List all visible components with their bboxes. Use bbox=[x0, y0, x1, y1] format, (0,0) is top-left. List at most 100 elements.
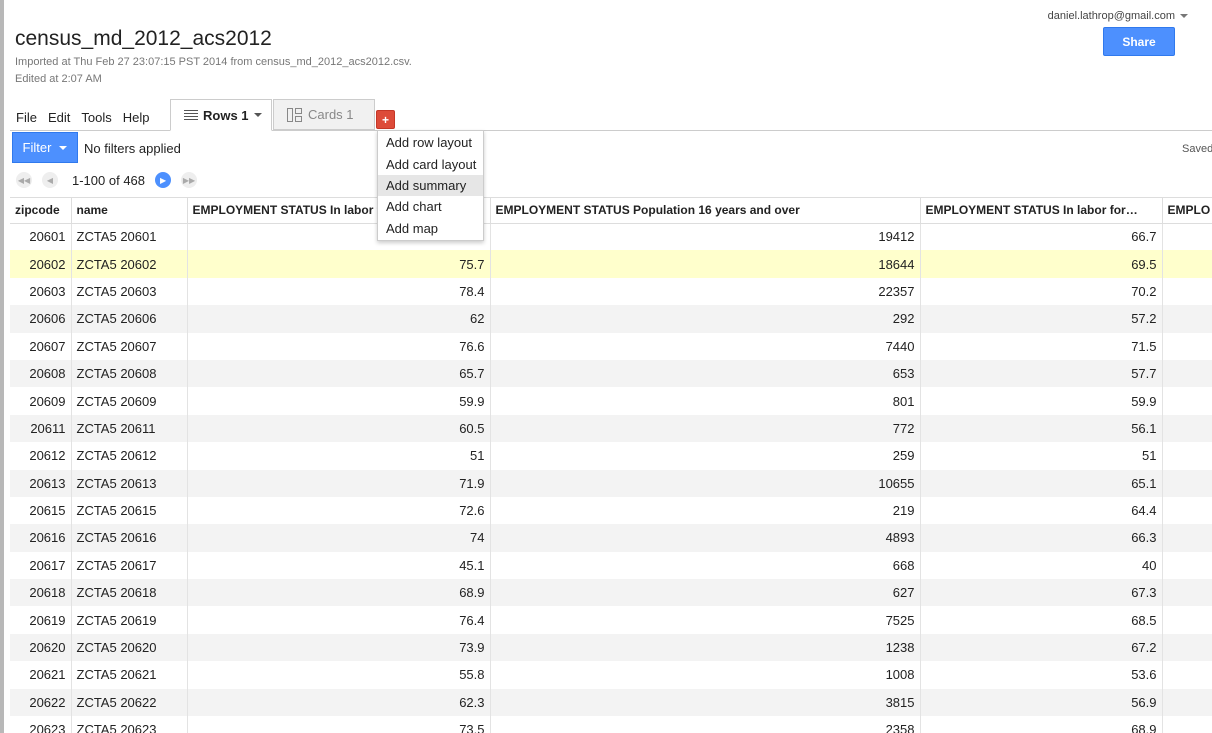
cell-name[interactable]: ZCTA5 20623 bbox=[71, 716, 188, 733]
cell-population[interactable]: 2358 bbox=[490, 716, 921, 733]
col-header-zipcode[interactable]: zipcode bbox=[10, 198, 72, 224]
table-row[interactable]: 20619 ZCTA5 20619 76.4 7525 68.5 bbox=[10, 606, 1212, 634]
table-row[interactable]: 20606 ZCTA5 20606 62 292 57.2 bbox=[10, 305, 1212, 333]
cell-in-labor-force[interactable]: 71.9 bbox=[187, 469, 491, 497]
cell-employment[interactable] bbox=[1162, 716, 1212, 733]
cell-in-labor-force[interactable]: 75.7 bbox=[187, 250, 491, 278]
col-header-in-labor-force-2[interactable]: EMPLOYMENT STATUS In labor for… bbox=[920, 198, 1163, 224]
cell-zipcode[interactable]: 20613 bbox=[10, 469, 72, 497]
cell-in-labor-force-2[interactable]: 67.2 bbox=[920, 633, 1163, 662]
cell-zipcode[interactable]: 20608 bbox=[10, 359, 72, 388]
cell-in-labor-force[interactable]: 73.5 bbox=[187, 716, 491, 733]
cell-population[interactable]: 19412 bbox=[490, 223, 921, 251]
cell-in-labor-force-2[interactable]: 70.2 bbox=[920, 277, 1163, 306]
cell-population[interactable]: 653 bbox=[490, 359, 921, 388]
cell-name[interactable]: ZCTA5 20617 bbox=[71, 551, 188, 580]
cell-in-labor-force-2[interactable]: 57.2 bbox=[920, 305, 1163, 333]
cell-name[interactable]: ZCTA5 20622 bbox=[71, 688, 188, 717]
cell-employment[interactable] bbox=[1162, 442, 1212, 470]
cell-in-labor-force[interactable]: 76.6 bbox=[187, 332, 491, 360]
table-row[interactable]: 20617 ZCTA5 20617 45.1 668 40 bbox=[10, 551, 1212, 580]
cell-population[interactable]: 1008 bbox=[490, 661, 921, 689]
cell-in-labor-force[interactable]: 62.3 bbox=[187, 688, 491, 717]
cell-name[interactable]: ZCTA5 20607 bbox=[71, 332, 188, 360]
cell-name[interactable]: ZCTA5 20615 bbox=[71, 496, 188, 525]
cell-population[interactable]: 1238 bbox=[490, 633, 921, 662]
cell-employment[interactable] bbox=[1162, 250, 1212, 278]
cell-in-labor-force[interactable]: 62 bbox=[187, 305, 491, 333]
cell-population[interactable]: 801 bbox=[490, 387, 921, 415]
cell-population[interactable]: 7440 bbox=[490, 332, 921, 360]
tab-cards[interactable]: Cards 1 bbox=[273, 99, 375, 130]
cell-employment[interactable] bbox=[1162, 633, 1212, 662]
cell-employment[interactable] bbox=[1162, 661, 1212, 689]
cell-zipcode[interactable]: 20602 bbox=[10, 250, 72, 278]
cell-employment[interactable] bbox=[1162, 551, 1212, 580]
menu-item-add-map[interactable]: Add map bbox=[378, 218, 483, 239]
cell-employment[interactable] bbox=[1162, 305, 1212, 333]
cell-zipcode[interactable]: 20611 bbox=[10, 414, 72, 443]
cell-employment[interactable] bbox=[1162, 606, 1212, 634]
col-header-employment[interactable]: EMPLO bbox=[1162, 198, 1212, 224]
cell-in-labor-force-2[interactable]: 56.9 bbox=[920, 688, 1163, 717]
cell-name[interactable]: ZCTA5 20603 bbox=[71, 277, 188, 306]
table-row[interactable]: 20618 ZCTA5 20618 68.9 627 67.3 bbox=[10, 579, 1212, 607]
col-header-name[interactable]: name bbox=[71, 198, 188, 224]
cell-employment[interactable] bbox=[1162, 223, 1212, 251]
table-row[interactable]: 20612 ZCTA5 20612 51 259 51 bbox=[10, 442, 1212, 470]
cell-in-labor-force-2[interactable]: 53.6 bbox=[920, 661, 1163, 689]
cell-in-labor-force-2[interactable]: 68.5 bbox=[920, 606, 1163, 634]
cell-employment[interactable] bbox=[1162, 332, 1212, 360]
cell-name[interactable]: ZCTA5 20609 bbox=[71, 387, 188, 415]
menu-item-add-chart[interactable]: Add chart bbox=[378, 196, 483, 217]
cell-in-labor-force-2[interactable]: 51 bbox=[920, 442, 1163, 470]
cell-zipcode[interactable]: 20607 bbox=[10, 332, 72, 360]
filter-button[interactable]: Filter bbox=[12, 132, 78, 163]
cell-population[interactable]: 7525 bbox=[490, 606, 921, 634]
cell-population[interactable]: 18644 bbox=[490, 250, 921, 278]
cell-in-labor-force[interactable]: 45.1 bbox=[187, 551, 491, 580]
cell-name[interactable]: ZCTA5 20621 bbox=[71, 661, 188, 689]
cell-in-labor-force[interactable]: 55.8 bbox=[187, 661, 491, 689]
cell-name[interactable]: ZCTA5 20612 bbox=[71, 442, 188, 470]
menu-item-add-card-layout[interactable]: Add card layout bbox=[378, 153, 483, 174]
cell-population[interactable]: 10655 bbox=[490, 469, 921, 497]
first-page-icon[interactable]: ◀◀ bbox=[16, 172, 32, 188]
menu-edit[interactable]: Edit bbox=[48, 110, 70, 125]
cell-population[interactable]: 772 bbox=[490, 414, 921, 443]
table-row[interactable]: 20608 ZCTA5 20608 65.7 653 57.7 bbox=[10, 359, 1212, 388]
cell-in-labor-force-2[interactable]: 68.9 bbox=[920, 716, 1163, 733]
cell-employment[interactable] bbox=[1162, 359, 1212, 388]
cell-in-labor-force-2[interactable]: 57.7 bbox=[920, 359, 1163, 388]
table-row[interactable]: 20607 ZCTA5 20607 76.6 7440 71.5 bbox=[10, 332, 1212, 360]
menu-item-add-row-layout[interactable]: Add row layout bbox=[378, 132, 483, 153]
next-page-icon[interactable]: ▶ bbox=[155, 172, 172, 188]
table-row[interactable]: 20602 ZCTA5 20602 75.7 18644 69.5 bbox=[10, 250, 1212, 278]
table-row[interactable]: 20601ZCTA5 2060175.31941266.7 bbox=[10, 223, 1212, 251]
cell-zipcode[interactable]: 20620 bbox=[10, 633, 72, 662]
cell-population[interactable]: 668 bbox=[490, 551, 921, 580]
col-header-population-16-over[interactable]: EMPLOYMENT STATUS Population 16 years an… bbox=[490, 198, 921, 224]
cell-in-labor-force-2[interactable]: 64.4 bbox=[920, 496, 1163, 525]
cell-in-labor-force-2[interactable]: 59.9 bbox=[920, 387, 1163, 415]
cell-in-labor-force[interactable]: 76.4 bbox=[187, 606, 491, 634]
cell-name[interactable]: ZCTA5 20611 bbox=[71, 414, 188, 443]
cell-zipcode[interactable]: 20619 bbox=[10, 606, 72, 634]
cell-employment[interactable] bbox=[1162, 496, 1212, 525]
cell-name[interactable]: ZCTA5 20601 bbox=[71, 223, 188, 251]
cell-name[interactable]: ZCTA5 20620 bbox=[71, 633, 188, 662]
cell-in-labor-force-2[interactable]: 66.7 bbox=[920, 223, 1163, 251]
account-menu[interactable]: daniel.lathrop@gmail.com bbox=[1048, 10, 1188, 22]
cell-employment[interactable] bbox=[1162, 387, 1212, 415]
prev-page-icon[interactable]: ◀ bbox=[42, 172, 58, 188]
cell-employment[interactable] bbox=[1162, 469, 1212, 497]
cell-zipcode[interactable]: 20612 bbox=[10, 442, 72, 470]
cell-zipcode[interactable]: 20617 bbox=[10, 551, 72, 580]
cell-population[interactable]: 292 bbox=[490, 305, 921, 333]
last-page-icon[interactable]: ▶▶ bbox=[181, 172, 198, 188]
cell-name[interactable]: ZCTA5 20613 bbox=[71, 469, 188, 497]
table-row[interactable]: 20609 ZCTA5 20609 59.9 801 59.9 bbox=[10, 387, 1212, 415]
cell-in-labor-force-2[interactable]: 67.3 bbox=[920, 579, 1163, 607]
menu-item-add-summary[interactable]: Add summary bbox=[378, 174, 483, 197]
tab-rows[interactable]: Rows 1 bbox=[170, 99, 272, 131]
